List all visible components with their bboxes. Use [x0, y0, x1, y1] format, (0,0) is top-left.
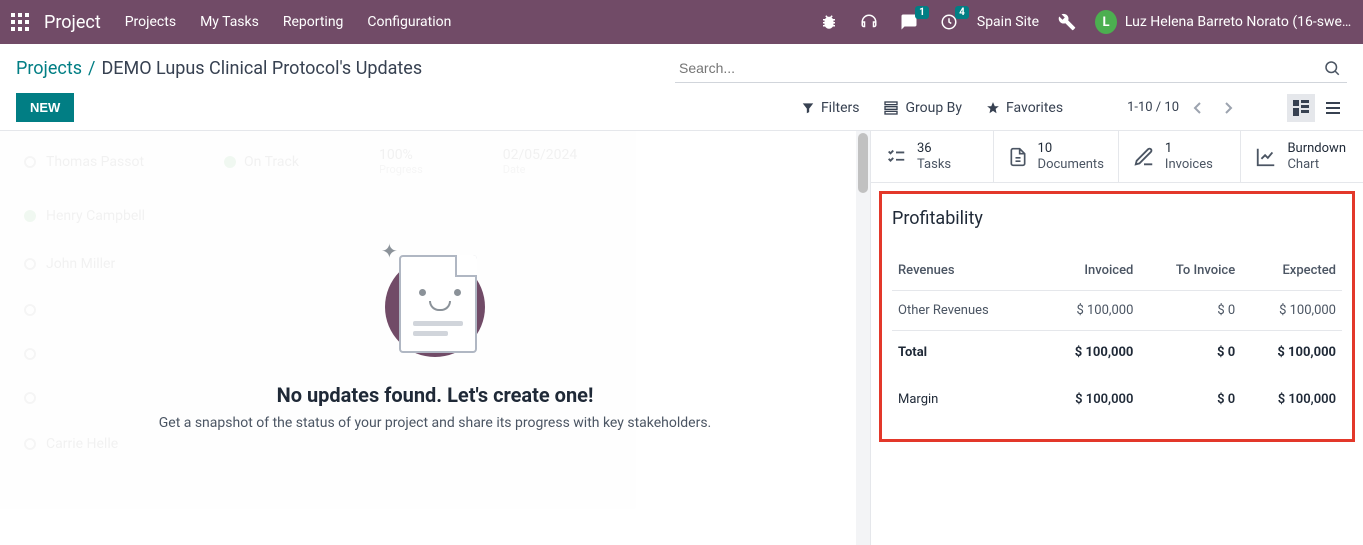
row-margin: Margin $ 100,000 $ 0 $ 100,000: [892, 380, 1342, 419]
row-total: Total $ 100,000 $ 0 $ 100,000: [892, 331, 1342, 381]
stat-docs-num: 10: [1038, 141, 1104, 157]
stat-tasks-num: 36: [917, 141, 951, 157]
empty-subtitle: Get a snapshot of the status of your pro…: [159, 415, 712, 431]
col-revenues: Revenues: [892, 251, 1039, 291]
scrollbar[interactable]: [856, 131, 870, 545]
profitability-table: Revenues Invoiced To Invoice Expected Ot…: [892, 251, 1342, 419]
action-row: NEW Filters Group By Favorites 1-10 / 10: [0, 83, 1363, 130]
favorites-label: Favorites: [1006, 100, 1063, 116]
new-button[interactable]: NEW: [16, 93, 74, 122]
apps-icon[interactable]: [8, 10, 32, 34]
search-bar[interactable]: [675, 54, 1347, 83]
filters-button[interactable]: Filters: [801, 100, 860, 116]
support-icon[interactable]: [857, 10, 881, 34]
stat-tasks[interactable]: 36Tasks: [871, 131, 994, 182]
search-icon[interactable]: [1317, 59, 1347, 77]
row-other-revenues[interactable]: Other Revenues $ 100,000 $ 0 $ 100,000: [892, 291, 1342, 331]
col-invoiced: Invoiced: [1039, 251, 1140, 291]
empty-illustration-icon: ✦: [375, 245, 495, 365]
group-by-button[interactable]: Group By: [883, 100, 962, 116]
col-expected: Expected: [1241, 251, 1342, 291]
filter-bar: Filters Group By Favorites 1-10 / 10: [801, 94, 1347, 122]
username: Luz Helena Barreto Norato (16-sweet-b...: [1125, 14, 1355, 30]
main-content: Thomas Passot On Track 100%Progress 02/0…: [0, 130, 1363, 545]
header-row: Projects / DEMO Lupus Clinical Protocol'…: [0, 44, 1363, 83]
pager: 1-10 / 10: [1127, 97, 1239, 119]
view-kanban[interactable]: [1287, 94, 1315, 122]
top-navbar: Project Projects My Tasks Reporting Conf…: [0, 0, 1363, 44]
side-panel: 36Tasks 10Documents 1Invoices BurndownCh…: [871, 131, 1363, 545]
stat-documents[interactable]: 10Documents: [994, 131, 1119, 182]
empty-title: No updates found. Let's create one!: [277, 383, 594, 407]
empty-state: ✦ No updates found. Let's create one! Ge…: [0, 131, 870, 545]
nav-configuration[interactable]: Configuration: [367, 14, 451, 30]
filters-label: Filters: [821, 100, 860, 116]
activity-badge: 4: [955, 6, 969, 19]
bug-icon[interactable]: [817, 10, 841, 34]
nav-links: Projects My Tasks Reporting Configuratio…: [125, 14, 452, 30]
messaging-icon[interactable]: 1: [897, 10, 921, 34]
messaging-badge: 1: [915, 6, 929, 19]
app-name[interactable]: Project: [44, 12, 101, 33]
stat-boxes: 36Tasks 10Documents 1Invoices BurndownCh…: [871, 131, 1363, 183]
nav-my-tasks[interactable]: My Tasks: [200, 14, 259, 30]
breadcrumb-current: DEMO Lupus Clinical Protocol's Updates: [101, 58, 422, 79]
stat-inv-label: Invoices: [1165, 157, 1213, 173]
favorites-button[interactable]: Favorites: [986, 100, 1063, 116]
user-menu[interactable]: L Luz Helena Barreto Norato (16-sweet-b.…: [1095, 10, 1355, 34]
pager-text: 1-10 / 10: [1127, 100, 1179, 115]
documents-icon: [1008, 146, 1028, 168]
stat-docs-label: Documents: [1038, 157, 1104, 173]
view-switcher: [1287, 94, 1347, 122]
topbar-right: 1 4 Spain Site L Luz Helena Barreto Nora…: [817, 10, 1355, 34]
breadcrumb-root[interactable]: Projects: [16, 58, 82, 79]
search-input[interactable]: [675, 54, 1317, 82]
avatar: L: [1095, 10, 1117, 34]
stat-burndown[interactable]: BurndownChart: [1241, 131, 1363, 182]
site-switcher[interactable]: Spain Site: [977, 14, 1039, 30]
stat-inv-num: 1: [1165, 141, 1213, 157]
pager-next[interactable]: [1217, 97, 1239, 119]
nav-projects[interactable]: Projects: [125, 14, 176, 30]
breadcrumb-sep: /: [88, 58, 95, 79]
view-list[interactable]: [1319, 94, 1347, 122]
invoices-icon: [1133, 146, 1155, 168]
stat-burn-label: Chart: [1287, 157, 1346, 173]
tools-icon[interactable]: [1055, 10, 1079, 34]
profitability-title: Profitability: [892, 208, 1342, 229]
updates-pane: Thomas Passot On Track 100%Progress 02/0…: [0, 131, 871, 545]
breadcrumb: Projects / DEMO Lupus Clinical Protocol'…: [16, 58, 422, 79]
pager-prev[interactable]: [1187, 97, 1209, 119]
stat-tasks-label: Tasks: [917, 157, 951, 173]
activity-icon[interactable]: 4: [937, 10, 961, 34]
profitability-panel: Profitability Revenues Invoiced To Invoi…: [879, 191, 1355, 442]
group-by-label: Group By: [905, 100, 962, 116]
stat-invoices[interactable]: 1Invoices: [1119, 131, 1242, 182]
col-to-invoice: To Invoice: [1139, 251, 1241, 291]
tasks-icon: [885, 146, 907, 168]
burndown-icon: [1255, 146, 1277, 168]
nav-reporting[interactable]: Reporting: [283, 14, 344, 30]
stat-burn-num: Burndown: [1287, 141, 1346, 157]
